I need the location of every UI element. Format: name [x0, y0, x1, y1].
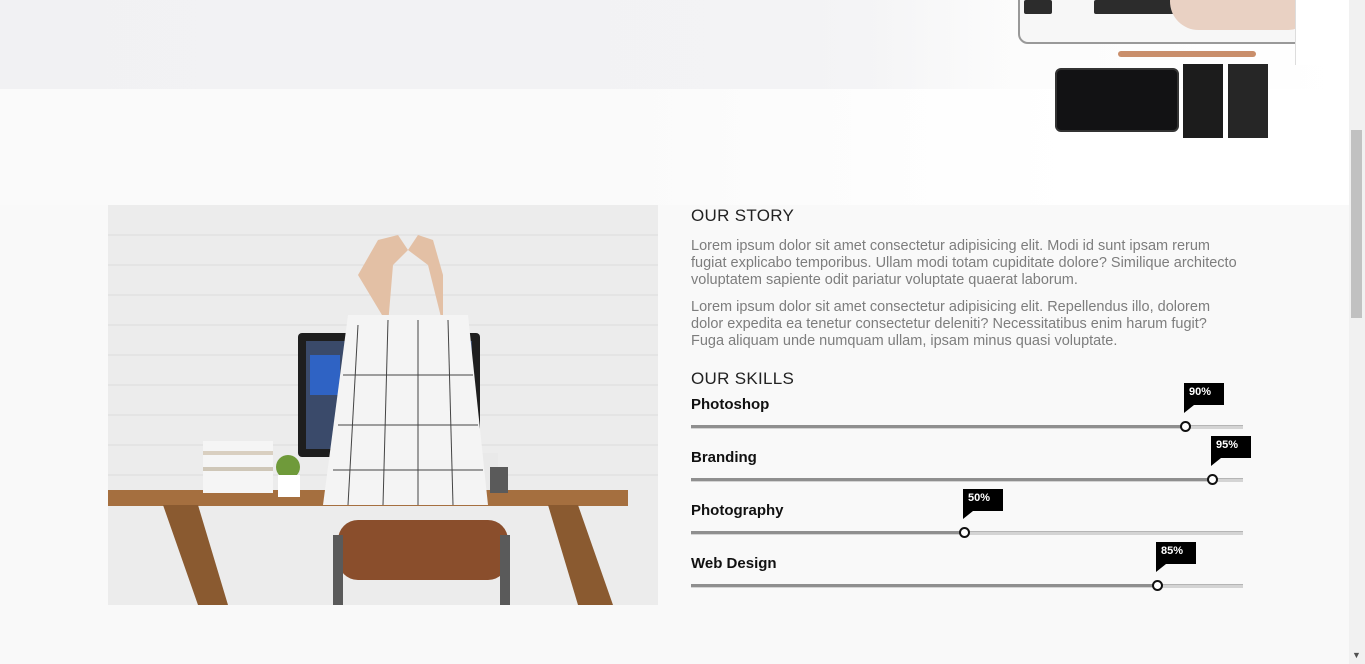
- pencil-image: [1118, 51, 1256, 57]
- skill-slider-track[interactable]: 90%: [691, 383, 1243, 432]
- skill-slider-handle[interactable]: [1180, 421, 1191, 432]
- notebook-image: [1183, 64, 1223, 138]
- story-heading: OUR STORY: [691, 206, 795, 225]
- hero-image: [0, 0, 1349, 205]
- skill-slider-fill: [691, 425, 1188, 428]
- skill-label: Branding: [691, 449, 757, 466]
- office-photo: [108, 205, 658, 605]
- skill-percentage-tooltip: 85%: [1156, 542, 1196, 572]
- notebook-image: [1228, 64, 1268, 138]
- woman-at-desk-illustration: [108, 205, 658, 605]
- story-section: OUR STORY Lorem ipsum dolor sit amet con…: [691, 205, 1243, 389]
- skill-slider-track[interactable]: 95%: [691, 436, 1251, 485]
- skill-percentage-tooltip: 90%: [1184, 383, 1224, 413]
- hand-image: [1170, 0, 1310, 30]
- skill-slider-fill: [691, 531, 967, 534]
- skill-slider-track[interactable]: 85%: [691, 542, 1243, 591]
- skill-label: Photoshop: [691, 396, 770, 413]
- story-paragraph-1: Lorem ipsum dolor sit amet consectetur a…: [691, 238, 1237, 288]
- skill-slider-handle[interactable]: [1152, 580, 1163, 591]
- skill-slider-fill: [691, 478, 1215, 481]
- sleeve-image: [1295, 0, 1349, 65]
- skill-percentage-tooltip: 95%: [1211, 436, 1251, 466]
- skill-slider-handle[interactable]: [959, 527, 970, 538]
- scrollbar-thumb[interactable]: [1351, 130, 1362, 318]
- skill-slider-handle[interactable]: [1207, 474, 1218, 485]
- chevron-down-icon[interactable]: ▼: [1352, 650, 1361, 660]
- skill-slider-fill: [691, 584, 1160, 587]
- skill-slider-track[interactable]: 50%: [691, 489, 1243, 538]
- keyboard-keys: [1024, 0, 1052, 14]
- skill-label: Web Design: [691, 555, 777, 572]
- smartphone-image: [1055, 68, 1179, 132]
- skill-label: Photography: [691, 502, 784, 519]
- story-paragraph-2: Lorem ipsum dolor sit amet consectetur a…: [691, 299, 1211, 349]
- keyboard-keys: [1094, 0, 1174, 14]
- skill-percentage-tooltip: 50%: [963, 489, 1003, 519]
- scrollbar[interactable]: ▼: [1349, 0, 1365, 664]
- skills-heading: OUR SKILLS: [691, 369, 795, 388]
